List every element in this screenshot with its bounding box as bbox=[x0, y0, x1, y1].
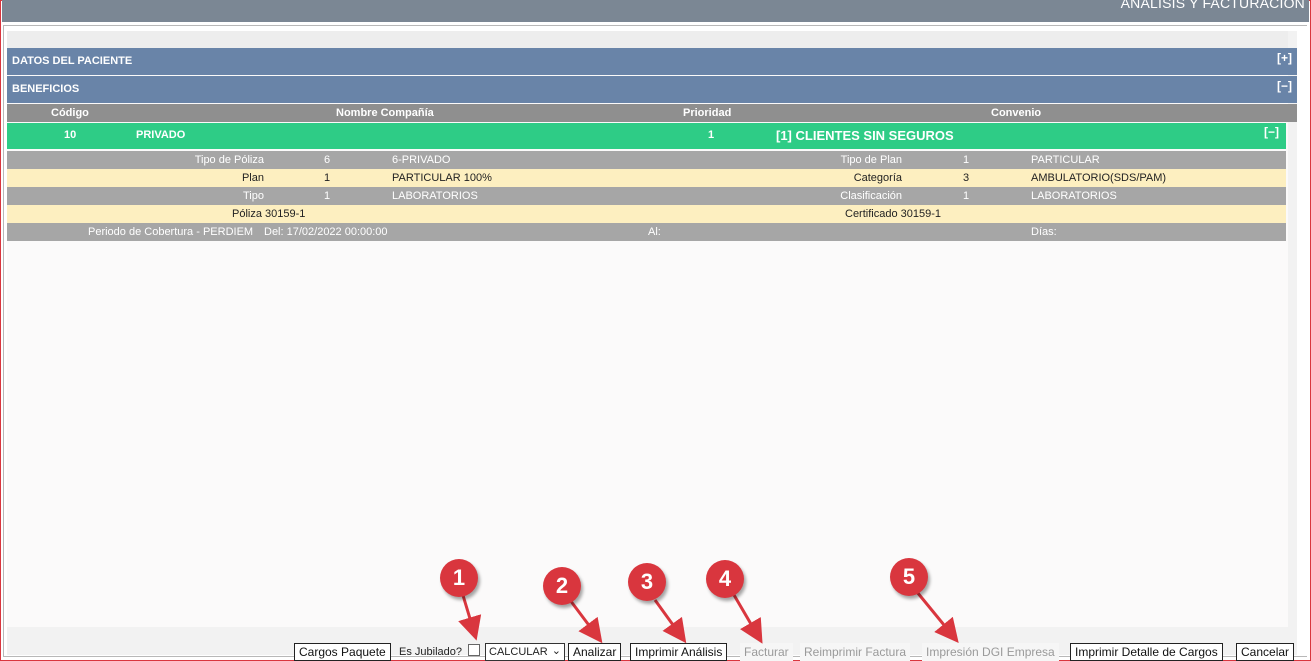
arrow-4 bbox=[732, 594, 763, 644]
annotation-marker-5: 5 bbox=[890, 558, 928, 596]
annotation-marker-4: 4 bbox=[706, 560, 744, 598]
annotation-marker-3: 3 bbox=[628, 563, 666, 601]
annotation-marker-2: 2 bbox=[543, 567, 581, 605]
arrow-5 bbox=[915, 591, 959, 643]
arrow-2 bbox=[568, 599, 603, 644]
annotation-marker-1: 1 bbox=[440, 559, 478, 597]
arrow-1 bbox=[458, 591, 482, 641]
arrow-3 bbox=[653, 599, 687, 644]
annotation-arrows bbox=[458, 591, 959, 644]
